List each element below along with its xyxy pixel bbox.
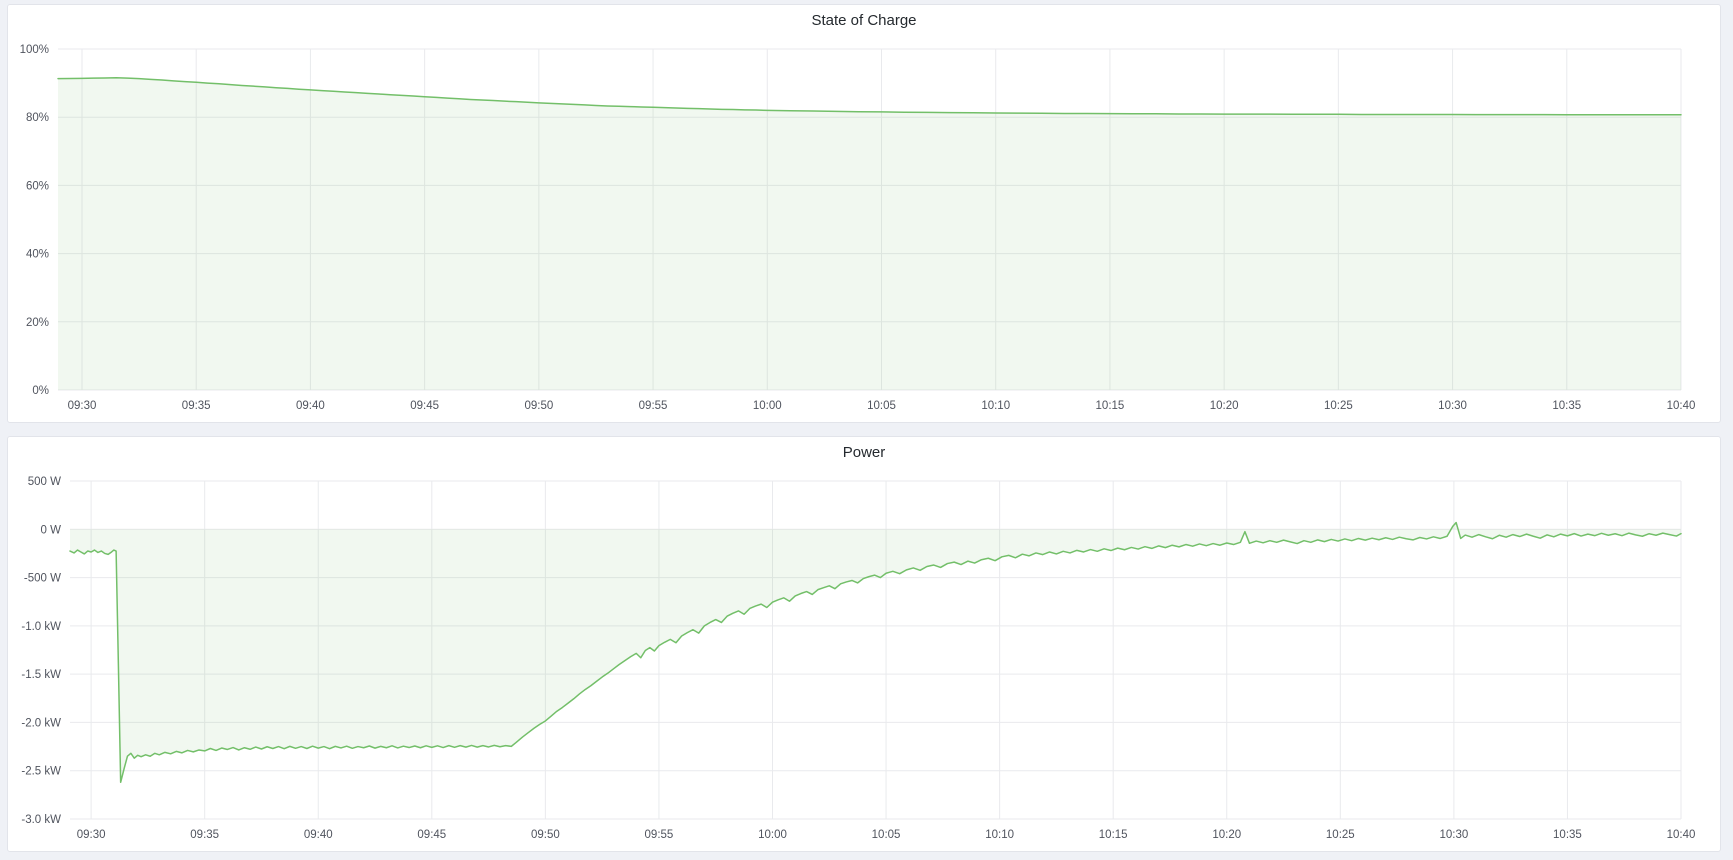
y-tick-label: -1.0 kW: [21, 621, 61, 633]
y-tick-label: -1.5 kW: [21, 669, 61, 681]
y-tick-label: 500 W: [28, 476, 61, 488]
series-area: [58, 78, 1681, 390]
x-tick-label: 10:05: [872, 829, 901, 841]
x-tick-label: 10:05: [867, 400, 896, 412]
y-tick-label: 0%: [32, 385, 49, 397]
y-tick-label: -2.5 kW: [21, 766, 61, 778]
y-tick-label: -3.0 kW: [21, 814, 61, 826]
x-tick-label: 09:45: [417, 829, 446, 841]
x-tick-label: 10:40: [1667, 400, 1696, 412]
panel-title[interactable]: Power: [8, 443, 1720, 463]
y-tick-label: -2.0 kW: [21, 717, 61, 729]
panel-state-of-charge: State of Charge 100% 80% 60% 40% 20% 0% 09:30 0…: [7, 4, 1721, 423]
x-tick-label: 10:30: [1439, 829, 1468, 841]
panel-title[interactable]: State of Charge: [8, 11, 1720, 31]
y-tick-label: 0 W: [41, 524, 62, 536]
y-tick-label: 80%: [26, 112, 49, 124]
x-tick-label: 10:10: [981, 400, 1010, 412]
x-tick-label: 09:35: [182, 400, 211, 412]
x-tick-label: 10:25: [1326, 829, 1355, 841]
x-tick-label: 09:30: [68, 400, 97, 412]
panel-power: Power 500 W 0 W -500 W -1.0 kW -1.5 kW -2.0 k…: [7, 436, 1721, 852]
x-tick-label: 09:50: [524, 400, 553, 412]
x-tick-label: 09:50: [531, 829, 560, 841]
y-tick-label: -500 W: [24, 573, 61, 585]
x-tick-label: 10:35: [1553, 829, 1582, 841]
x-tick-label: 10:25: [1324, 400, 1353, 412]
x-tick-label: 09:40: [304, 829, 333, 841]
x-tick-label: 09:55: [645, 829, 674, 841]
series-area: [70, 523, 1681, 783]
x-tick-label: 10:40: [1667, 829, 1696, 841]
x-tick-label: 10:00: [753, 400, 782, 412]
x-tick-label: 09:45: [410, 400, 439, 412]
x-tick-label: 09:40: [296, 400, 325, 412]
state-of-charge-chart[interactable]: 100% 80% 60% 40% 20% 0% 09:30 09:35 09:40 09:45 09…: [8, 5, 1720, 422]
x-tick-label: 10:35: [1552, 400, 1581, 412]
y-tick-label: 100%: [20, 44, 49, 56]
x-tick-label: 09:35: [190, 829, 219, 841]
x-tick-label: 09:30: [77, 829, 106, 841]
y-tick-label: 20%: [26, 317, 49, 329]
x-tick-label: 10:15: [1099, 829, 1128, 841]
x-tick-label: 10:15: [1096, 400, 1125, 412]
x-tick-label: 10:20: [1210, 400, 1239, 412]
y-tick-label: 60%: [26, 180, 49, 192]
y-tick-label: 40%: [26, 249, 49, 261]
power-chart[interactable]: 500 W 0 W -500 W -1.0 kW -1.5 kW -2.0 kW -2.5 …: [8, 437, 1720, 851]
x-tick-label: 10:20: [1212, 829, 1241, 841]
x-tick-label: 10:00: [758, 829, 787, 841]
x-tick-label: 09:55: [639, 400, 668, 412]
x-tick-label: 10:30: [1438, 400, 1467, 412]
x-tick-label: 10:10: [985, 829, 1014, 841]
